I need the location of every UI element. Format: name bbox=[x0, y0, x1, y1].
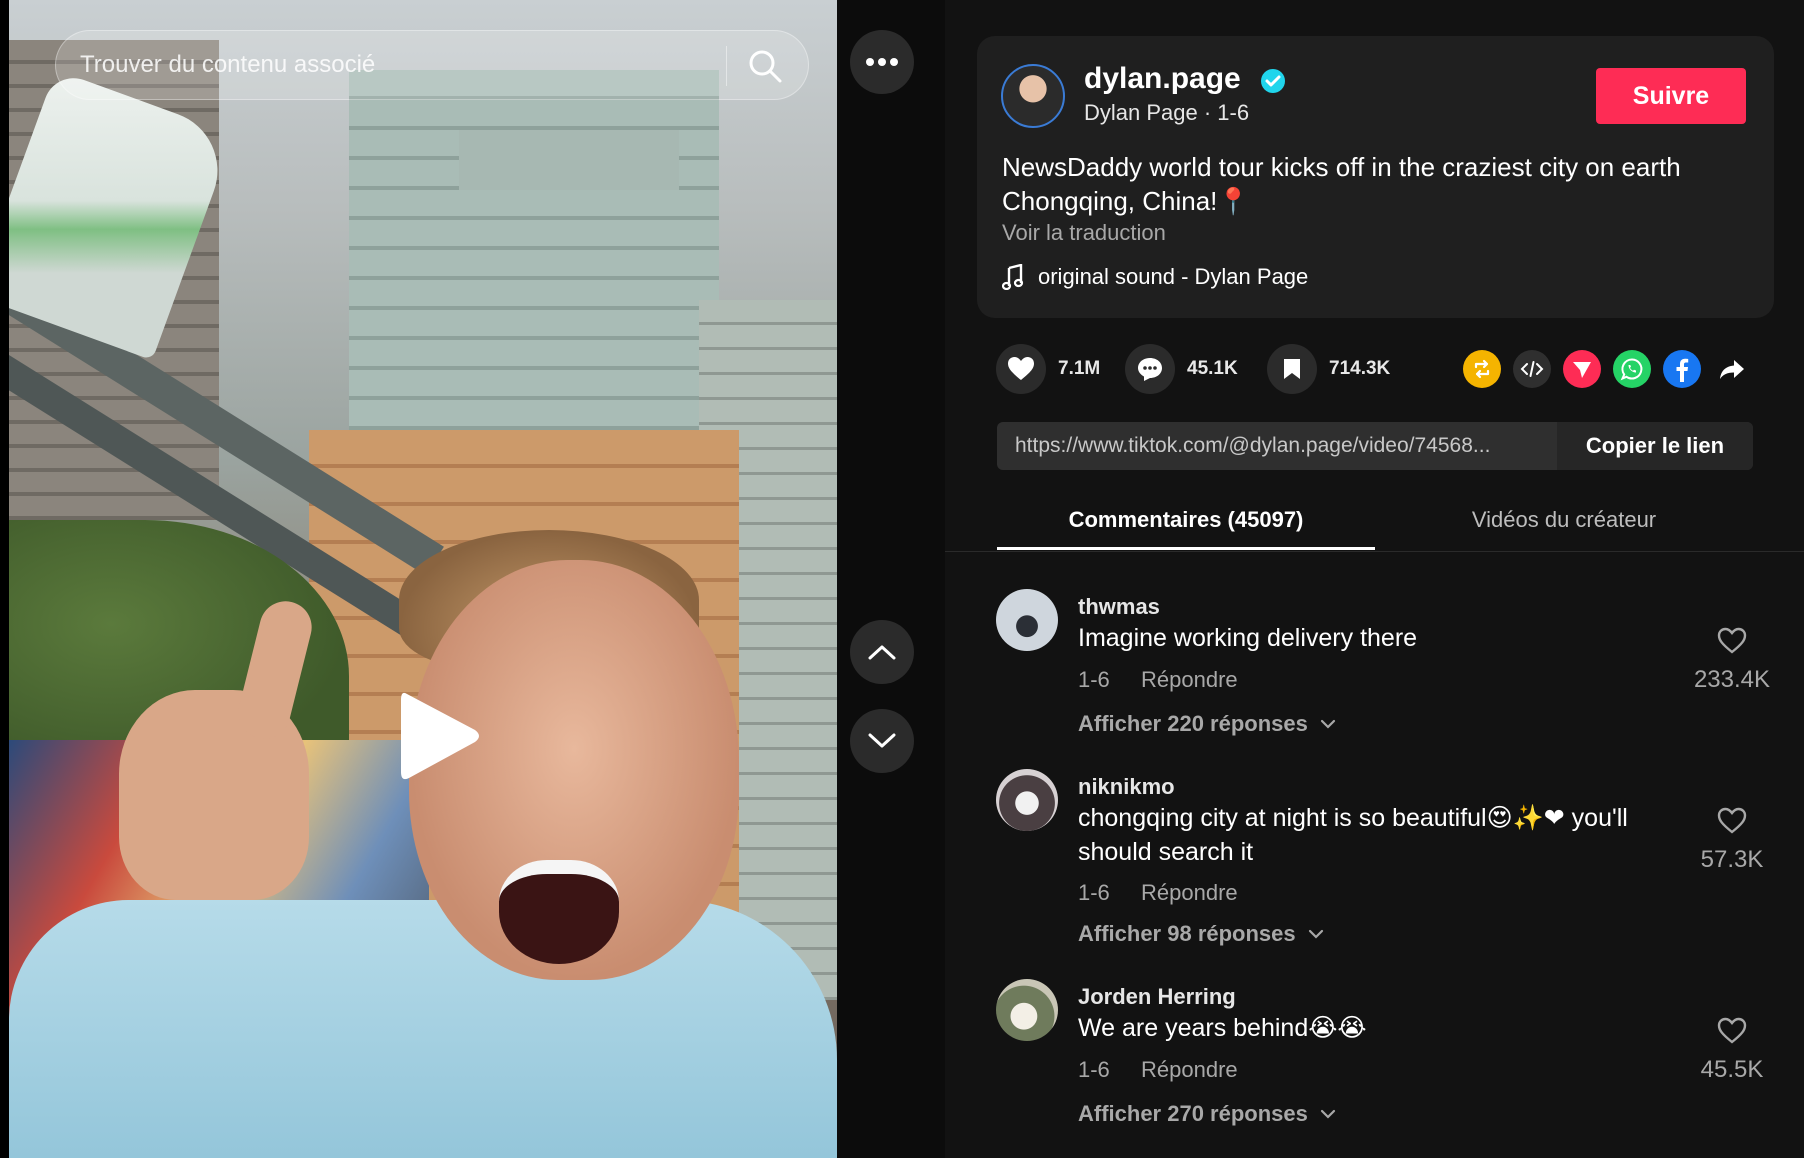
view-replies-label: Afficher 98 réponses bbox=[1078, 921, 1296, 946]
reply-button[interactable]: Répondre bbox=[1141, 880, 1238, 906]
comment-date: 1-6 bbox=[1078, 1057, 1110, 1082]
share-icon[interactable] bbox=[1713, 350, 1751, 388]
search-divider bbox=[726, 46, 727, 86]
play-icon[interactable] bbox=[397, 688, 481, 784]
post-caption-line: NewsDaddy world tour kicks off in the cr… bbox=[1002, 152, 1681, 182]
previous-video-button[interactable] bbox=[850, 620, 914, 684]
tab-comments[interactable]: Commentaires (45097) bbox=[997, 500, 1375, 550]
more-icon bbox=[866, 58, 898, 66]
video-frame-mouth bbox=[499, 860, 619, 964]
repost-icon[interactable] bbox=[1463, 350, 1501, 388]
chevron-up-icon bbox=[868, 645, 896, 660]
copy-link-button[interactable]: Copier le lien bbox=[1557, 422, 1753, 470]
next-video-button[interactable] bbox=[850, 709, 914, 773]
comment-button-circle bbox=[1125, 344, 1175, 394]
view-replies-label: Afficher 220 réponses bbox=[1078, 711, 1308, 736]
navigation-rail bbox=[837, 0, 945, 1158]
comment-date: 1-6 bbox=[1078, 880, 1110, 905]
tabs-divider bbox=[945, 551, 1804, 552]
post-caption-line: Chongqing, China!📍 bbox=[1002, 186, 1250, 216]
heart-outline-icon bbox=[1717, 627, 1747, 654]
view-replies-button[interactable]: Afficher 98 réponses bbox=[1078, 921, 1324, 947]
music-note-icon bbox=[1002, 264, 1024, 290]
heart-outline-icon bbox=[1717, 1017, 1747, 1044]
comment-text-line: should search it bbox=[1078, 838, 1254, 866]
paper-plane-glyph bbox=[1573, 362, 1591, 378]
chevron-down-icon bbox=[1308, 929, 1323, 939]
search-icon[interactable] bbox=[746, 47, 784, 85]
share-arrow-glyph bbox=[1720, 360, 1744, 379]
comment-username[interactable]: niknikmo bbox=[1078, 774, 1175, 800]
comment-date: 1-6 bbox=[1078, 667, 1110, 692]
like-button[interactable]: 7.1M bbox=[996, 344, 1100, 394]
like-count: 7.1M bbox=[1058, 358, 1101, 379]
save-button[interactable]: 714.3K bbox=[1267, 344, 1390, 394]
comment-text-line: chongqing city at night is so beautiful😍… bbox=[1078, 804, 1628, 832]
comment-username[interactable]: thwmas bbox=[1078, 594, 1160, 620]
video-player[interactable]: Trouver du contenu associé bbox=[9, 0, 837, 1158]
comment-text: Imagine working delivery there bbox=[1078, 624, 1418, 652]
video-link-box: https://www.tiktok.com/@dylan.page/video… bbox=[997, 422, 1753, 470]
comment-button[interactable]: 45.1K bbox=[1125, 344, 1238, 394]
post-caption: NewsDaddy world tour kicks off in the cr… bbox=[1002, 150, 1742, 218]
video-frame-building bbox=[459, 130, 679, 190]
comment-text: We are years behind😭😭 bbox=[1078, 1014, 1367, 1042]
comment-like-count: 233.4K bbox=[1693, 666, 1771, 693]
embed-icon[interactable] bbox=[1513, 350, 1551, 388]
comment-count: 45.1K bbox=[1187, 358, 1238, 379]
comment-like-count: 45.5K bbox=[1700, 1056, 1764, 1083]
comment-avatar[interactable] bbox=[996, 769, 1058, 831]
tab-creator-videos[interactable]: Vidéos du créateur bbox=[1375, 500, 1753, 550]
comment-like-count: 57.3K bbox=[1700, 846, 1764, 873]
comment-like-button[interactable]: 45.5K bbox=[1677, 1017, 1787, 1084]
repost-glyph bbox=[1474, 359, 1490, 379]
chevron-down-icon bbox=[1320, 1109, 1335, 1119]
more-options-button[interactable] bbox=[850, 30, 914, 94]
view-replies-button[interactable]: Afficher 270 réponses bbox=[1078, 1101, 1336, 1127]
heart-outline-icon bbox=[1717, 807, 1747, 834]
comment-like-button[interactable]: 233.4K bbox=[1677, 627, 1787, 694]
like-button-circle bbox=[996, 344, 1046, 394]
chevron-down-icon bbox=[868, 733, 896, 748]
whatsapp-icon[interactable] bbox=[1613, 350, 1651, 388]
facebook-icon[interactable] bbox=[1663, 350, 1701, 388]
chevron-down-icon bbox=[1320, 719, 1335, 729]
comment-icon bbox=[1138, 358, 1162, 381]
author-username[interactable]: dylan.page bbox=[1084, 62, 1241, 96]
author-avatar[interactable] bbox=[1001, 64, 1065, 128]
code-glyph bbox=[1520, 361, 1544, 377]
related-search-input[interactable]: Trouver du contenu associé bbox=[80, 31, 720, 99]
view-replies-label: Afficher 270 réponses bbox=[1078, 1101, 1308, 1126]
verified-badge-icon bbox=[1261, 69, 1285, 93]
comment-avatar[interactable] bbox=[996, 979, 1058, 1041]
heart-icon bbox=[1008, 357, 1034, 380]
bookmark-icon bbox=[1284, 359, 1300, 379]
comment-like-button[interactable]: 57.3K bbox=[1677, 807, 1787, 874]
see-translation-link[interactable]: Voir la traduction bbox=[1002, 220, 1166, 246]
sound-link[interactable]: original sound - Dylan Page bbox=[1038, 264, 1308, 290]
send-to-friends-icon[interactable] bbox=[1563, 350, 1601, 388]
video-frame-sweater bbox=[9, 900, 837, 1158]
facebook-glyph bbox=[1676, 358, 1689, 382]
save-count: 714.3K bbox=[1329, 358, 1391, 379]
view-replies-button[interactable]: Afficher 220 réponses bbox=[1078, 711, 1336, 737]
comment-username[interactable]: Jorden Herring bbox=[1078, 984, 1236, 1010]
author-subline: Dylan Page · 1-6 bbox=[1084, 100, 1250, 125]
video-url[interactable]: https://www.tiktok.com/@dylan.page/video… bbox=[1015, 422, 1535, 470]
comment-avatar[interactable] bbox=[996, 589, 1058, 651]
related-search-bar[interactable]: Trouver du contenu associé bbox=[55, 30, 809, 100]
save-button-circle bbox=[1267, 344, 1317, 394]
follow-button[interactable]: Suivre bbox=[1596, 68, 1746, 124]
reply-button[interactable]: Répondre bbox=[1141, 667, 1238, 693]
whatsapp-glyph bbox=[1620, 358, 1643, 381]
reply-button[interactable]: Répondre bbox=[1141, 1057, 1238, 1083]
